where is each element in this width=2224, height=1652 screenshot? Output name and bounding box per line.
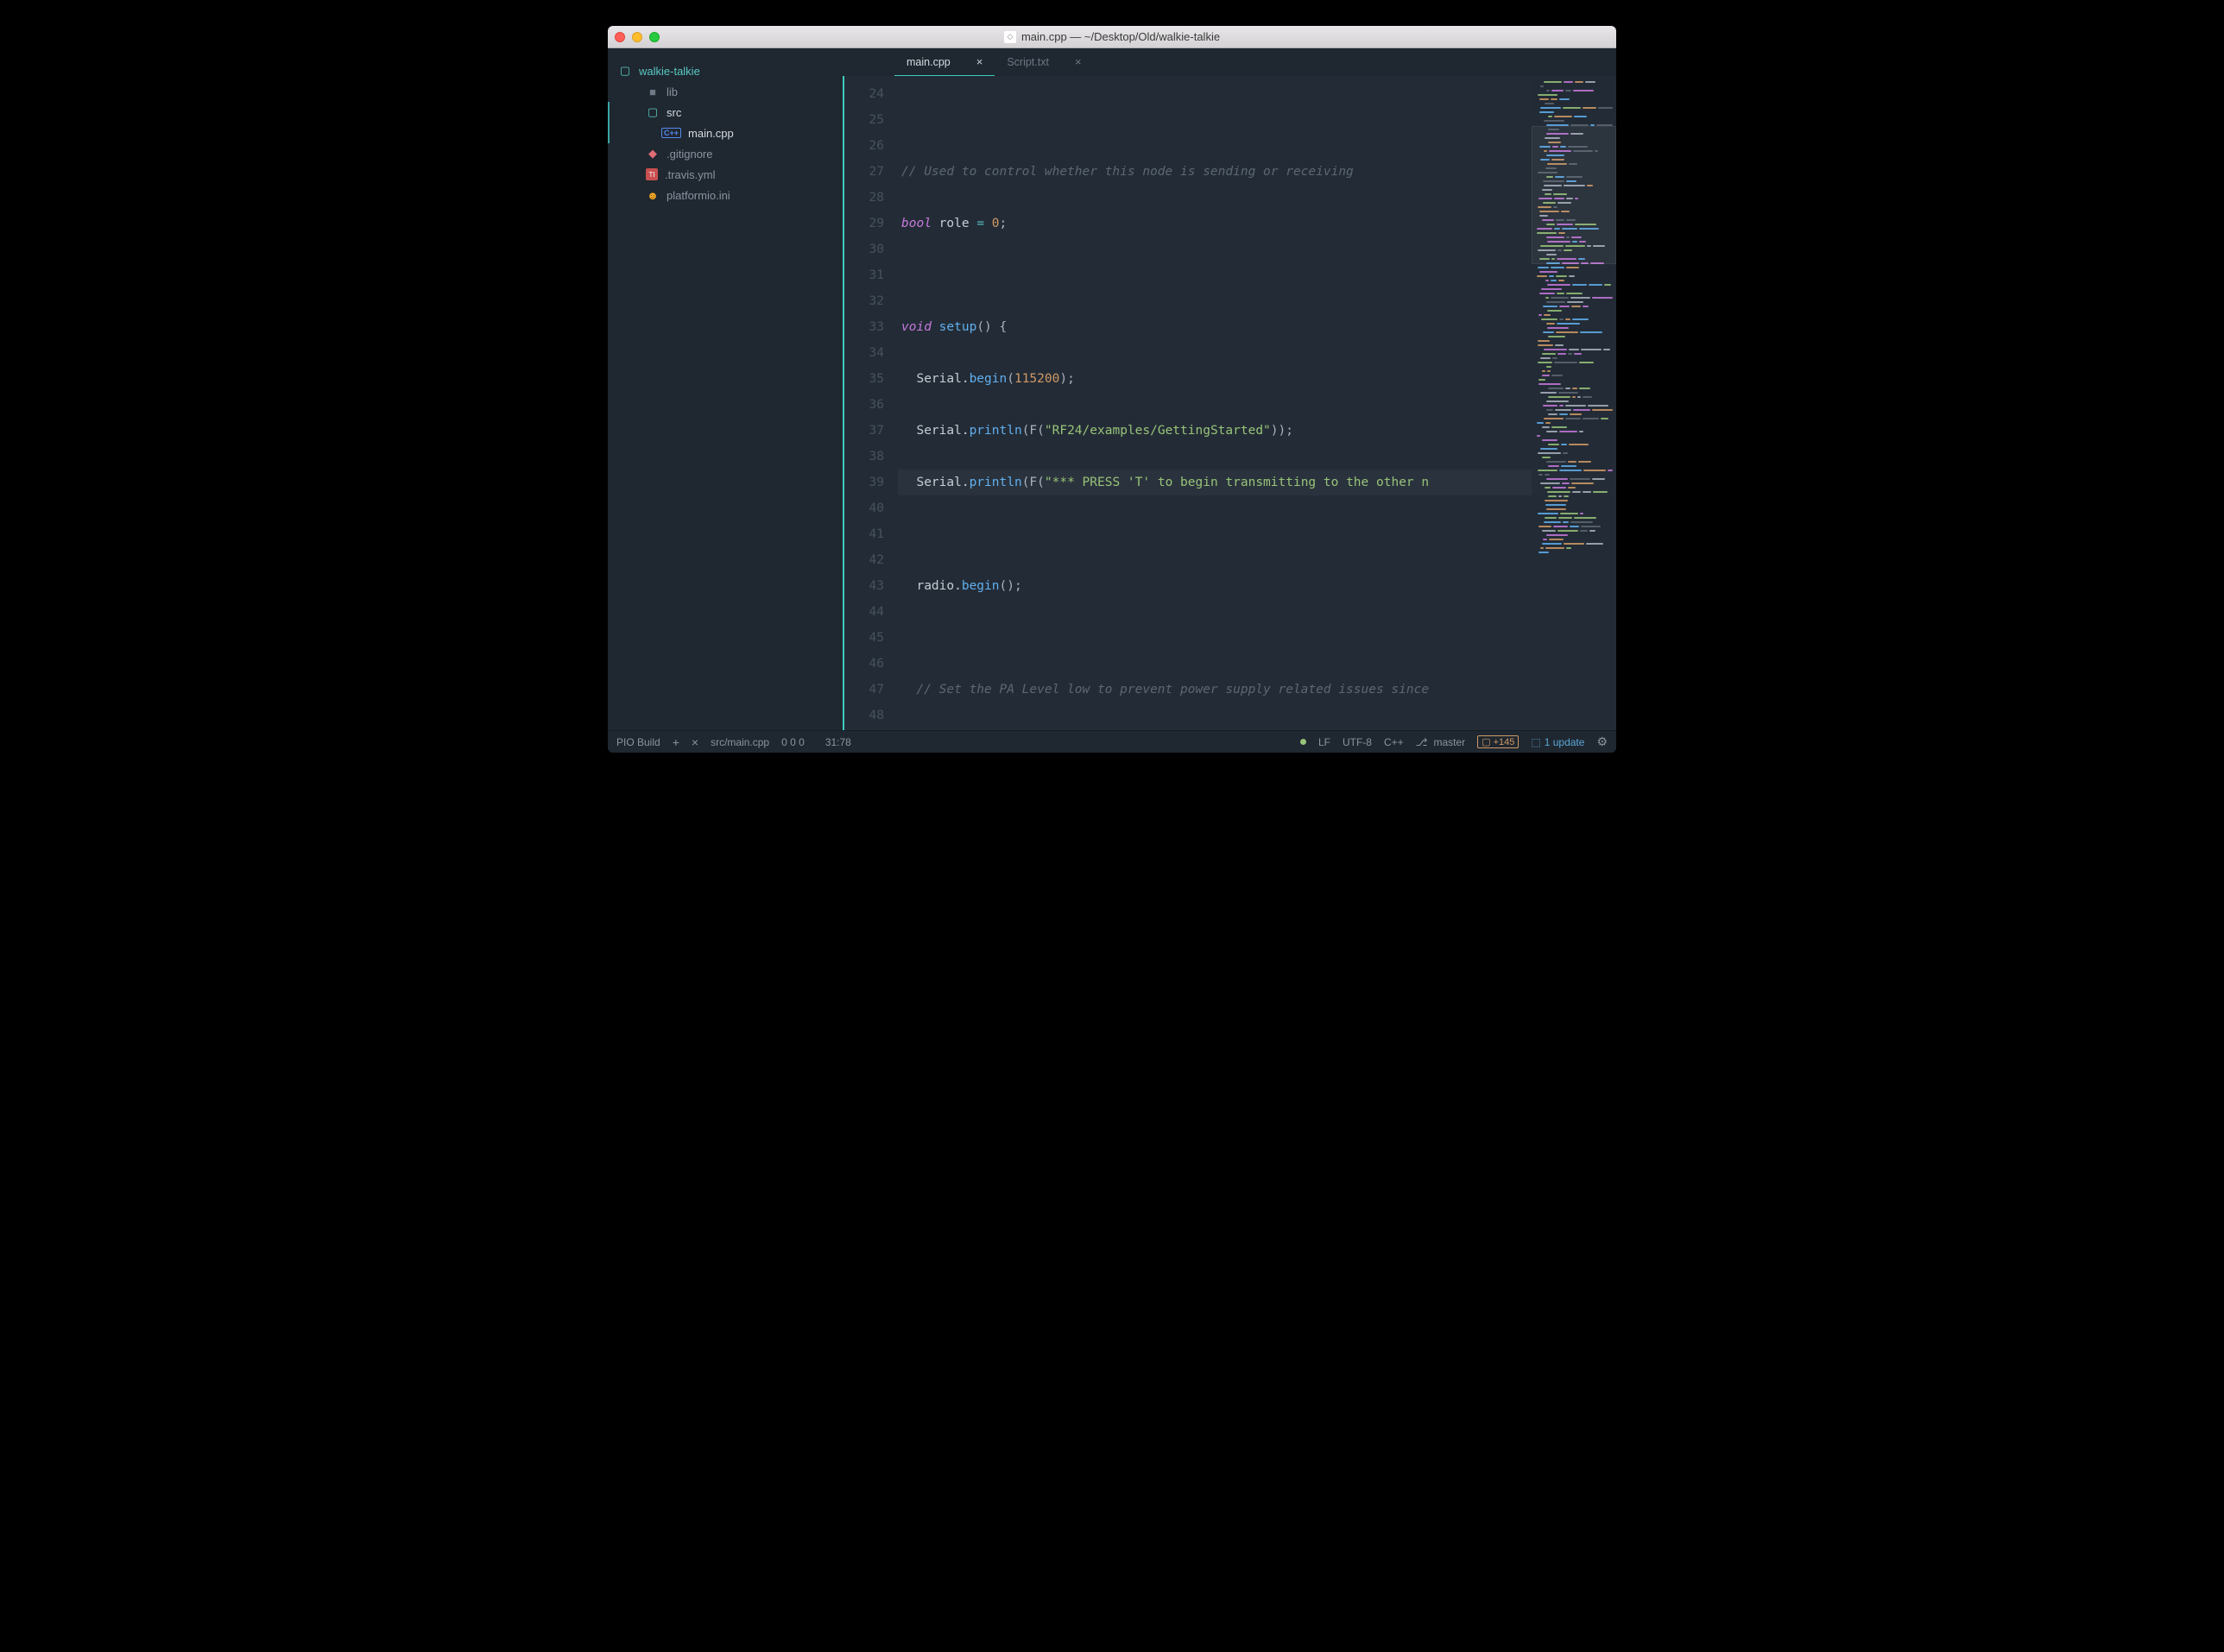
t: 0 (992, 217, 1000, 230)
main-area: ▢ walkie-talkie ■ lib ▢ src C++ main.cpp… (608, 48, 1616, 730)
window-title-text: main.cpp — ~/Desktop/Old/walkie-talkie (1021, 30, 1220, 43)
t: Serial. (901, 476, 970, 489)
tree-item-label: .gitignore (667, 148, 712, 161)
status-line-ending[interactable]: LF (1318, 736, 1330, 748)
travis-icon: TI (646, 168, 658, 180)
t: Serial. (901, 372, 970, 386)
branch-icon (1416, 736, 1430, 748)
t: // Set the PA Level low to prevent power… (901, 683, 1429, 697)
window-title: ◇ main.cpp — ~/Desktop/Old/walkie-talkie (608, 30, 1616, 43)
titlebar: ◇ main.cpp — ~/Desktop/Old/walkie-talkie (608, 26, 1616, 48)
folder-icon: ■ (646, 85, 660, 98)
tab-label: Script.txt (1007, 56, 1049, 68)
line-number-gutter: 2425262728293031323334353637383940414243… (844, 76, 898, 730)
code-area[interactable]: // Used to control whether this node is … (898, 76, 1616, 730)
minimap-viewport[interactable] (1532, 126, 1616, 264)
editor-body[interactable]: 2425262728293031323334353637383940414243… (843, 76, 1616, 730)
close-icon[interactable]: × (1075, 55, 1082, 68)
close-icon[interactable]: × (692, 735, 698, 749)
add-icon[interactable]: + (673, 735, 679, 749)
tree-item-label: platformio.ini (667, 189, 730, 202)
t: begin (970, 372, 1008, 386)
status-encoding[interactable]: UTF-8 (1343, 736, 1372, 748)
t: ( (1007, 372, 1014, 386)
tab-script-txt[interactable]: Script.txt × (995, 48, 1093, 76)
status-bar: PIO Build + × src/main.cpp 0 0 0 31:78 L… (608, 730, 1616, 753)
tab-label: main.cpp (907, 56, 951, 68)
tree-item-label: lib (667, 85, 678, 98)
t: Serial. (901, 424, 970, 438)
tree-folder-lib[interactable]: ■ lib (608, 81, 843, 102)
status-pio-build[interactable]: PIO Build (616, 736, 660, 748)
t: (F( (1022, 476, 1045, 489)
tree-folder-src[interactable]: ▢ src (608, 102, 843, 123)
updates-label: 1 update (1545, 736, 1585, 748)
t: )); (1271, 424, 1293, 438)
t: (F( (1022, 424, 1045, 438)
t: begin (962, 579, 1000, 593)
status-package-updates[interactable]: ⬚ 1 update (1531, 736, 1584, 748)
status-language[interactable]: C++ (1384, 736, 1404, 748)
status-linter-ok[interactable] (1300, 739, 1306, 745)
changes-count: +145 (1494, 737, 1515, 747)
close-icon[interactable]: × (976, 55, 983, 68)
maximize-window-button[interactable] (649, 32, 660, 42)
gear-icon[interactable]: ⚙ (1596, 735, 1608, 749)
tree-file-travis[interactable]: TI .travis.yml (608, 164, 843, 185)
window-controls (615, 32, 660, 42)
tree-item-label: main.cpp (688, 127, 734, 140)
tree-item-label: .travis.yml (665, 168, 716, 181)
t: (); (1000, 579, 1022, 593)
project-name: walkie-talkie (639, 65, 700, 78)
git-icon: ◆ (646, 147, 660, 161)
close-window-button[interactable] (615, 32, 625, 42)
dot-icon (1300, 739, 1306, 745)
tab-main-cpp[interactable]: main.cpp × (894, 48, 995, 76)
t: 115200 (1014, 372, 1059, 386)
t: "*** PRESS 'T' to begin transmitting to … (1045, 476, 1429, 489)
t: radio. (901, 579, 962, 593)
status-git-changes[interactable]: ▢ +145 (1477, 735, 1519, 748)
package-icon: ⬚ (1531, 736, 1540, 748)
t: println (970, 424, 1022, 438)
t: setup (932, 320, 976, 334)
status-diagnostics[interactable]: 0 0 0 (781, 736, 805, 748)
square-icon: ▢ (1482, 736, 1490, 747)
tree-item-label: src (667, 106, 681, 119)
minimap[interactable] (1532, 76, 1616, 730)
folder-open-icon: ▢ (618, 64, 632, 78)
tree-project-root[interactable]: ▢ walkie-talkie (608, 60, 843, 81)
code-comment: // Used to control whether this node is … (901, 165, 1354, 179)
status-filepath[interactable]: src/main.cpp (711, 736, 769, 748)
t: role (932, 217, 976, 230)
cpp-file-icon: C++ (661, 128, 681, 138)
file-type-icon: ◇ (1004, 31, 1016, 43)
app-window: ◇ main.cpp — ~/Desktop/Old/walkie-talkie… (608, 26, 1616, 753)
t: bool (901, 217, 932, 230)
tree-file-main-cpp[interactable]: C++ main.cpp (608, 123, 843, 143)
status-cursor-position[interactable]: 31:78 (825, 736, 851, 748)
status-git-branch[interactable]: master (1416, 736, 1466, 748)
branch-name: master (1434, 736, 1466, 748)
folder-open-icon: ▢ (646, 105, 660, 119)
t: void (901, 320, 932, 334)
tree-file-gitignore[interactable]: ◆ .gitignore (608, 143, 843, 164)
t: println (970, 476, 1022, 489)
t: ); (1059, 372, 1074, 386)
t: () { (976, 320, 1007, 334)
t: = (976, 217, 991, 230)
tree-file-platformio[interactable]: ☻ platformio.ini (608, 185, 843, 205)
t: "RF24/examples/GettingStarted" (1045, 424, 1271, 438)
t: ; (1000, 217, 1008, 230)
editor-tabs: main.cpp × Script.txt × (843, 48, 1616, 76)
platformio-icon: ☻ (646, 189, 660, 202)
editor-pane: main.cpp × Script.txt × 2425262728293031… (843, 48, 1616, 730)
file-tree: ▢ walkie-talkie ■ lib ▢ src C++ main.cpp… (608, 48, 843, 730)
minimize-window-button[interactable] (632, 32, 642, 42)
